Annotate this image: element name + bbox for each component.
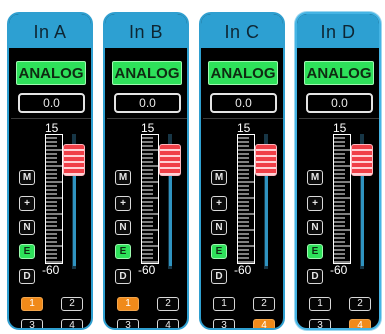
divider [107,118,187,119]
mode-button-e[interactable]: E [307,244,323,259]
mode-button-n[interactable]: N [307,220,323,235]
mode-button-n[interactable]: N [19,220,35,235]
input-type-button[interactable]: ANALOG [16,61,86,85]
mode-button-d[interactable]: D [115,269,131,284]
meter-ticks [333,134,351,264]
mode-button-d[interactable]: D [211,269,227,284]
scale-min-label: -60 [42,263,60,277]
selector-button-3[interactable]: 3 [21,319,43,328]
fader-handle[interactable] [255,144,277,176]
mode-button-plus[interactable]: + [115,196,131,211]
divider [299,118,379,119]
gain-value-field[interactable]: 0.0 [306,93,373,113]
channel-strip: In D ANALOG 0.0 15 -60 M + N E D 1 2 3 4 [295,12,381,330]
meter-ticks [45,134,63,264]
selector-button-4[interactable]: 4 [349,319,371,328]
selector-button-2[interactable]: 2 [349,297,371,311]
channel-title[interactable]: In A [9,14,91,48]
selector-button-4[interactable]: 4 [253,319,275,328]
channel-strip: In C ANALOG 0.0 15 -60 M + N E D 1 2 3 4 [199,12,285,330]
fader-handle[interactable] [63,144,85,176]
selector-button-4[interactable]: 4 [61,319,83,328]
meter-ticks [141,134,159,264]
selector-button-1[interactable]: 1 [117,297,139,311]
fader-level-fill [169,166,172,266]
divider [203,118,283,119]
mode-button-e[interactable]: E [211,244,227,259]
selector-button-2[interactable]: 2 [253,297,275,311]
mode-button-e[interactable]: E [19,244,35,259]
level-meter-scale [45,134,63,264]
mode-button-n[interactable]: N [211,220,227,235]
mode-button-m[interactable]: M [307,170,323,185]
fader-handle[interactable] [351,144,373,176]
mode-button-m[interactable]: M [19,170,35,185]
gain-value-field[interactable]: 0.0 [18,93,85,113]
mode-button-plus[interactable]: + [211,196,227,211]
fader-level-fill [361,166,364,266]
meter-ticks [237,134,255,264]
level-meter-scale [333,134,351,264]
channel-strip: In A ANALOG 0.0 15 -60 M + N E D 1 2 3 4 [7,12,93,330]
input-type-button[interactable]: ANALOG [112,61,182,85]
gain-value-field[interactable]: 0.0 [114,93,181,113]
input-mixer: In A ANALOG 0.0 15 -60 M + N E D 1 2 3 4 In B ANALOG 0.0… [0,0,385,334]
channel-title[interactable]: In D [297,14,379,48]
selector-button-1[interactable]: 1 [213,297,235,311]
selector-button-3[interactable]: 3 [213,319,235,328]
selector-button-2[interactable]: 2 [61,297,83,311]
level-meter-scale [237,134,255,264]
fader-handle[interactable] [159,144,181,176]
mode-button-plus[interactable]: + [19,196,35,211]
scale-min-label: -60 [330,263,348,277]
mode-button-d[interactable]: D [19,269,35,284]
level-meter-scale [141,134,159,264]
selector-button-3[interactable]: 3 [309,319,331,328]
gain-value-field[interactable]: 0.0 [210,93,277,113]
channel-title[interactable]: In C [201,14,283,48]
mode-button-d[interactable]: D [307,269,323,284]
mode-button-n[interactable]: N [115,220,131,235]
mode-button-m[interactable]: M [211,170,227,185]
input-type-button[interactable]: ANALOG [208,61,278,85]
scale-min-label: -60 [234,263,252,277]
input-type-button[interactable]: ANALOG [304,61,374,85]
selector-button-4[interactable]: 4 [157,319,179,328]
channel-title[interactable]: In B [105,14,187,48]
selector-button-3[interactable]: 3 [117,319,139,328]
fader-level-fill [265,166,268,266]
mode-button-m[interactable]: M [115,170,131,185]
divider [11,118,91,119]
scale-min-label: -60 [138,263,156,277]
selector-button-1[interactable]: 1 [309,297,331,311]
channel-strip: In B ANALOG 0.0 15 -60 M + N E D 1 2 3 4 [103,12,189,330]
fader-level-fill [73,166,76,266]
selector-button-2[interactable]: 2 [157,297,179,311]
mode-button-plus[interactable]: + [307,196,323,211]
selector-button-1[interactable]: 1 [21,297,43,311]
mode-button-e[interactable]: E [115,244,131,259]
